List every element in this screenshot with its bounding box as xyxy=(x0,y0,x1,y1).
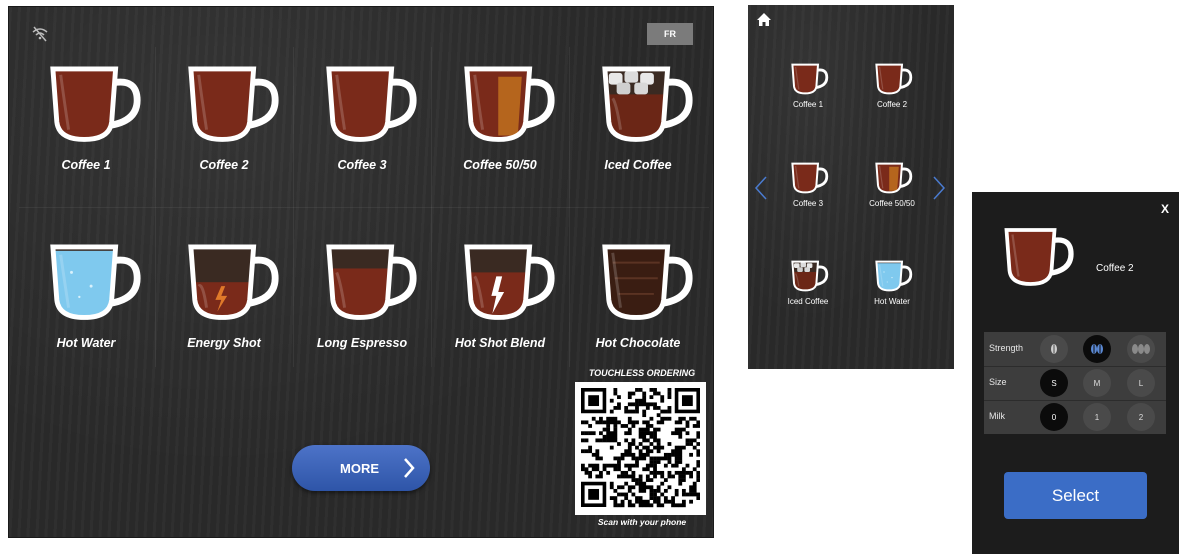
milk-row: Milk 0 1 2 xyxy=(984,400,1166,434)
milk-option-1[interactable]: 1 xyxy=(1083,403,1111,431)
drink-label: Coffee 50/50 xyxy=(463,158,537,172)
wifi-off-icon xyxy=(32,26,48,42)
mobile-drink-label: Coffee 1 xyxy=(792,100,824,109)
drink-tile[interactable]: Hot Water xyxy=(17,233,155,383)
coffee-cup-icon xyxy=(1002,227,1077,292)
size-option-m[interactable]: M xyxy=(1083,369,1111,397)
mobile-drink-tile[interactable]: Hot Water xyxy=(852,260,932,330)
mobile-drink-label: Hot Water xyxy=(874,297,910,306)
close-button[interactable]: X xyxy=(1161,202,1169,216)
drink-label: Long Espresso xyxy=(316,336,408,350)
qr-caption: Scan with your phone xyxy=(597,517,687,527)
options-panel: Strength Size S M L Milk 0 1 2 xyxy=(984,332,1166,434)
size-option-l[interactable]: L xyxy=(1127,369,1155,397)
drink-label: Hot Water xyxy=(56,336,116,350)
home-icon[interactable] xyxy=(756,12,772,27)
drink-detail-dialog: X Coffee 2 Strength Size S M L Milk 0 1 … xyxy=(972,192,1179,554)
drink-tile[interactable]: Energy Shot xyxy=(155,233,293,383)
drink-tile[interactable]: Hot Shot Blend xyxy=(431,233,569,383)
milk-label: Milk xyxy=(989,411,1005,421)
drink-tile[interactable]: Coffee 50/50 xyxy=(431,55,569,205)
drink-tile[interactable]: Coffee 1 xyxy=(17,55,155,205)
bean-icon xyxy=(1091,344,1103,354)
mobile-drink-tile[interactable]: Coffee 50/50 xyxy=(852,162,932,232)
strength-level-2[interactable] xyxy=(1083,335,1111,363)
bean-icon xyxy=(1132,344,1150,354)
size-row: Size S M L xyxy=(984,366,1166,401)
drink-label: Hot Shot Blend xyxy=(454,336,546,350)
drink-tile[interactable]: Long Espresso xyxy=(293,233,431,383)
strength-level-1[interactable] xyxy=(1040,335,1068,363)
size-option-s[interactable]: S xyxy=(1040,369,1068,397)
select-button[interactable]: Select xyxy=(1004,472,1147,519)
drink-label: Hot Chocolate xyxy=(595,336,681,350)
strength-row: Strength xyxy=(984,332,1166,367)
drink-name: Coffee 2 xyxy=(1096,263,1134,274)
qr-code[interactable] xyxy=(575,382,706,515)
mobile-drink-tile[interactable]: Coffee 2 xyxy=(852,63,932,133)
next-arrow-icon[interactable] xyxy=(932,175,946,201)
drink-label: Energy Shot xyxy=(187,336,261,350)
previous-arrow-icon[interactable] xyxy=(754,175,768,201)
chevron-right-icon xyxy=(404,458,415,478)
qr-code-icon xyxy=(581,388,700,508)
more-button[interactable]: MORE xyxy=(292,445,430,491)
drink-label: Coffee 3 xyxy=(337,158,387,172)
drink-label: Coffee 2 xyxy=(199,158,249,172)
mobile-drink-label: Iced Coffee xyxy=(787,297,829,306)
size-label: Size xyxy=(989,377,1007,387)
mobile-drink-tile[interactable]: Coffee 1 xyxy=(768,63,848,133)
mobile-drink-tile[interactable]: Coffee 3 xyxy=(768,162,848,232)
mobile-drink-label: Coffee 2 xyxy=(876,100,908,109)
drink-tile[interactable]: Iced Coffee xyxy=(569,55,707,205)
language-button[interactable]: FR xyxy=(647,23,693,45)
mobile-drink-label: Coffee 3 xyxy=(792,199,824,208)
drink-tile[interactable]: Coffee 2 xyxy=(155,55,293,205)
bean-icon xyxy=(1051,344,1057,354)
milk-option-2[interactable]: 2 xyxy=(1127,403,1155,431)
kiosk-main-screen: FR Coffee 1 Coffee 2 Coffee 3 Coffee 50/… xyxy=(8,6,714,538)
drink-tile[interactable]: Hot Chocolate xyxy=(569,233,707,383)
strength-level-3[interactable] xyxy=(1127,335,1155,363)
mobile-drink-label: Coffee 50/50 xyxy=(869,199,915,208)
more-button-label: MORE xyxy=(340,460,379,476)
strength-label: Strength xyxy=(989,343,1024,353)
mobile-screen: Coffee 1 Coffee 2 Coffee 3 Coffee 50/50 … xyxy=(748,5,954,369)
drink-label: Iced Coffee xyxy=(604,158,672,172)
drink-tile[interactable]: Coffee 3 xyxy=(293,55,431,205)
qr-title: TOUCHLESS ORDERING xyxy=(588,368,696,378)
milk-option-0[interactable]: 0 xyxy=(1040,403,1068,431)
mobile-drink-tile[interactable]: Iced Coffee xyxy=(768,260,848,330)
drink-label: Coffee 1 xyxy=(61,158,111,172)
